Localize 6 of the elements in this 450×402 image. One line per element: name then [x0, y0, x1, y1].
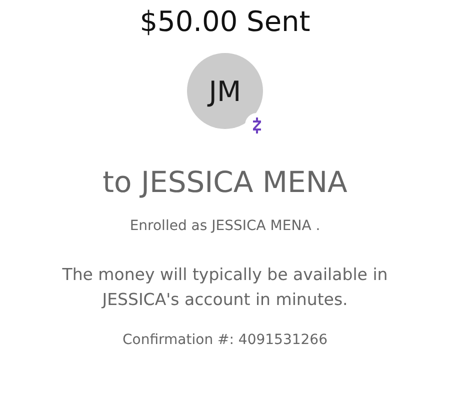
amount-sent-title: $50.00 Sent	[140, 4, 310, 40]
availability-message: The money will typically be available in JESSICA's account in minutes.	[61, 264, 389, 311]
avatar-initials: JM	[187, 53, 263, 129]
confirmation-number: Confirmation #: 4091531266	[122, 331, 328, 350]
recipient-name: to JESSICA MENA	[102, 164, 348, 200]
enrollment-text: Enrolled as JESSICA MENA .	[130, 217, 320, 236]
